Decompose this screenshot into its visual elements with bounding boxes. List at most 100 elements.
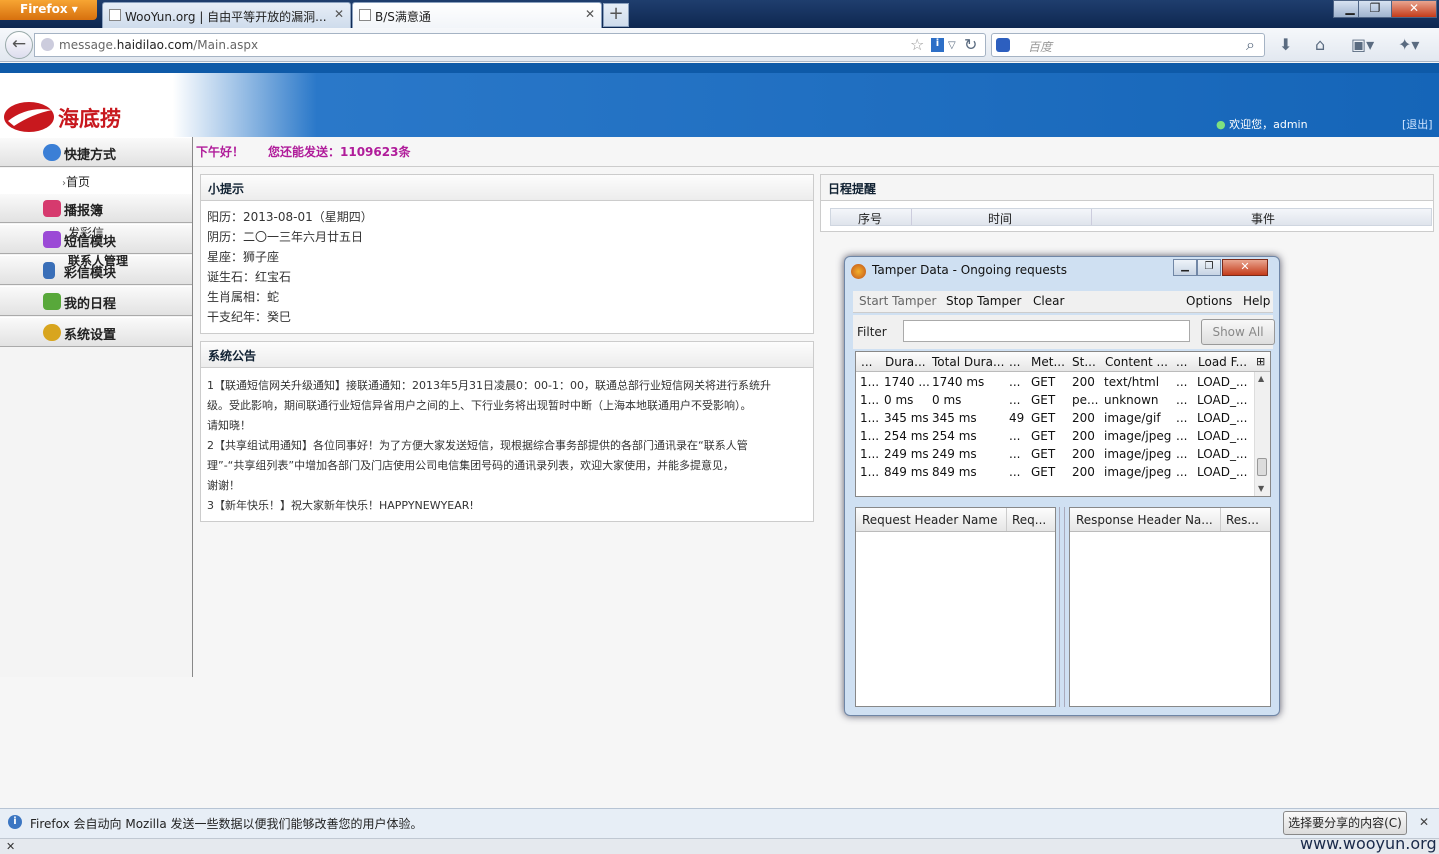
filter-label: Filter [857,325,887,339]
col-header[interactable]: ... [861,355,872,369]
stop-tamper-button[interactable]: Stop Tamper [946,294,1021,308]
sidebar-item-shortcut[interactable]: 快捷方式 [0,137,192,167]
page-icon [109,9,121,21]
scrollbar[interactable]: ▲ ▼ [1254,372,1270,496]
overlap-send-mms[interactable]: 发彩信 [68,224,104,241]
col-header[interactable]: Dura... [885,355,926,369]
gem-icon [43,200,61,217]
table-row[interactable]: 1... 249 ms 249 ms... GET 200 image/jpeg... LO… [856,446,1254,464]
col-header[interactable]: ... [1176,355,1187,369]
home-icon[interactable]: ⌂ [1315,35,1325,54]
sms-icon [43,231,61,248]
new-tab-button[interactable]: + [603,3,629,27]
col-divider [1091,209,1092,225]
notice-line: 1【联通短信网关升级通知】接联通通知：2013年5月31日凌晨0：00-1：00… [207,379,771,392]
table-cell: 849 ms [884,465,929,479]
bookmarks-icon[interactable]: ▣▾ [1351,35,1374,54]
table-row[interactable]: 1... 0 ms 0 ms... GET pe... unknown... LOAD_..… [856,392,1254,410]
divider [193,166,1439,167]
col-header[interactable]: ... [1009,355,1020,369]
col-header[interactable]: Total Dura... [932,355,1004,369]
addon-bar-close-icon[interactable]: ✕ [6,840,15,853]
maximize-button[interactable]: ❐ [1358,0,1392,18]
table-cell: ... [1009,393,1021,407]
table-row[interactable]: 1... 254 ms 254 ms... GET 200 image/jpeg... LO… [856,428,1254,446]
col-header[interactable]: Request Header Name [862,513,997,527]
tab-wooyun[interactable]: WooYun.org | 自由平等开放的漏洞... ✕ [102,2,351,28]
sidebar-item-home[interactable]: ›首页 [0,168,192,194]
request-headers-pane[interactable]: Request Header Name Req... [855,507,1056,707]
col-header[interactable]: Req... [1012,513,1046,527]
search-input[interactable]: 百度 [991,33,1265,57]
greeting-text: 下午好！ [196,145,245,159]
col-header[interactable]: Res... [1226,513,1259,527]
table-cell: GET [1031,465,1056,479]
sidebar-item-broadcast[interactable]: 播报簿 [0,193,192,223]
sidebar-item-settings[interactable]: 系统设置 [0,317,192,347]
phone-icon [43,262,55,279]
tamper-data-window[interactable]: Tamper Data - Ongoing requests ▁ ❐ ✕ Sta… [844,256,1280,716]
tamper-maximize-button[interactable]: ❐ [1197,259,1221,276]
help-menu[interactable]: Help [1243,294,1270,308]
col-divider [1220,508,1221,531]
notice-line: 级。受此影响，期间联通行业短信异省用户之间的上、下行业务将出现暂时中断（上海本地… [207,399,752,412]
addon-icon[interactable]: ✦▾ [1398,35,1419,54]
back-button[interactable]: ← [5,31,33,59]
clear-button[interactable]: Clear [1033,294,1064,308]
requests-table-header: ... Dura... Total Dura... ... Met... St.… [856,352,1270,372]
baidu-engine-icon[interactable] [996,38,1010,52]
scroll-thumb[interactable] [1257,458,1267,476]
site-identity-icon[interactable] [41,38,54,51]
col-header[interactable]: Content ... [1105,355,1168,369]
schedule-col-index: 序号 [858,212,883,226]
table-cell: 254 ms [932,429,977,443]
table-cell: 345 ms [884,411,929,425]
firefox-menu-button[interactable]: Firefox ▾ [0,0,97,20]
options-menu[interactable]: Options [1186,294,1232,308]
tamper-close-button[interactable]: ✕ [1222,259,1268,276]
table-row[interactable]: 1... 345 ms 345 ms 49 GET 200 image/gif... LOAD… [856,410,1254,428]
scroll-up-icon[interactable]: ▲ [1258,374,1264,383]
logout-link[interactable]: [退出] [1402,116,1433,132]
tips-line: 诞生石：红宝石 [207,270,292,284]
table-cell: GET [1031,375,1056,389]
col-header[interactable]: Load F... [1198,355,1247,369]
response-headers-pane[interactable]: Response Header Na... Res... [1069,507,1271,707]
reload-icon[interactable]: ↻ [964,35,977,54]
table-cell: LOAD_... [1197,429,1248,443]
table-row[interactable]: 1... 849 ms 849 ms... GET 200 image/jpeg... LO… [856,464,1254,482]
col-header[interactable]: Met... [1031,355,1065,369]
col-header[interactable]: Response Header Na... [1076,513,1213,527]
bookmark-star-icon[interactable]: ☆ [910,35,924,54]
logo-text: 海底捞 [58,106,121,131]
table-row[interactable]: 1... 1740 ... 1740 ms... GET 200 text/html...… [856,374,1254,392]
requests-table[interactable]: ... Dura... Total Dura... ... Met... St.… [855,351,1271,497]
notice-line: 谢谢！ [207,479,240,492]
url-bar[interactable]: message.haidilao.com/Main.aspx [34,33,986,57]
scroll-down-icon[interactable]: ▼ [1258,484,1264,493]
tab-bs[interactable]: B/S满意通 ✕ [352,2,602,28]
sidebar-item-schedule[interactable]: 我的日程 [0,286,192,316]
table-cell: 200 [1072,411,1095,425]
table-cell: 200 [1072,429,1095,443]
gear-icon [43,324,61,341]
close-tab-icon[interactable]: ✕ [585,7,595,21]
pane-splitter[interactable] [1059,507,1065,707]
download-icon[interactable]: ⬇ [1279,35,1292,54]
close-tab-icon[interactable]: ✕ [334,7,344,21]
table-cell: text/html [1104,375,1160,389]
search-icon[interactable]: ⌕ [1246,35,1255,55]
overlap-contacts[interactable]: 联系人管理 [68,252,128,269]
dropdown-arrow-icon[interactable]: ▽ [948,40,956,51]
info-icon[interactable]: i [931,38,944,52]
choose-share-button[interactable]: 选择要分享的内容(C) [1283,811,1407,835]
col-header[interactable]: St... [1072,355,1096,369]
table-cell: LOAD_... [1197,447,1248,461]
window-close-button[interactable]: ✕ [1391,0,1437,18]
show-all-button[interactable]: Show All [1201,319,1275,345]
notification-close-icon[interactable]: ✕ [1419,815,1429,829]
tamper-minimize-button[interactable]: ▁ [1173,259,1197,276]
start-tamper-button[interactable]: Start Tamper [859,294,936,308]
filter-input[interactable] [903,320,1190,342]
column-picker-icon[interactable]: ⊞ [1256,355,1265,368]
